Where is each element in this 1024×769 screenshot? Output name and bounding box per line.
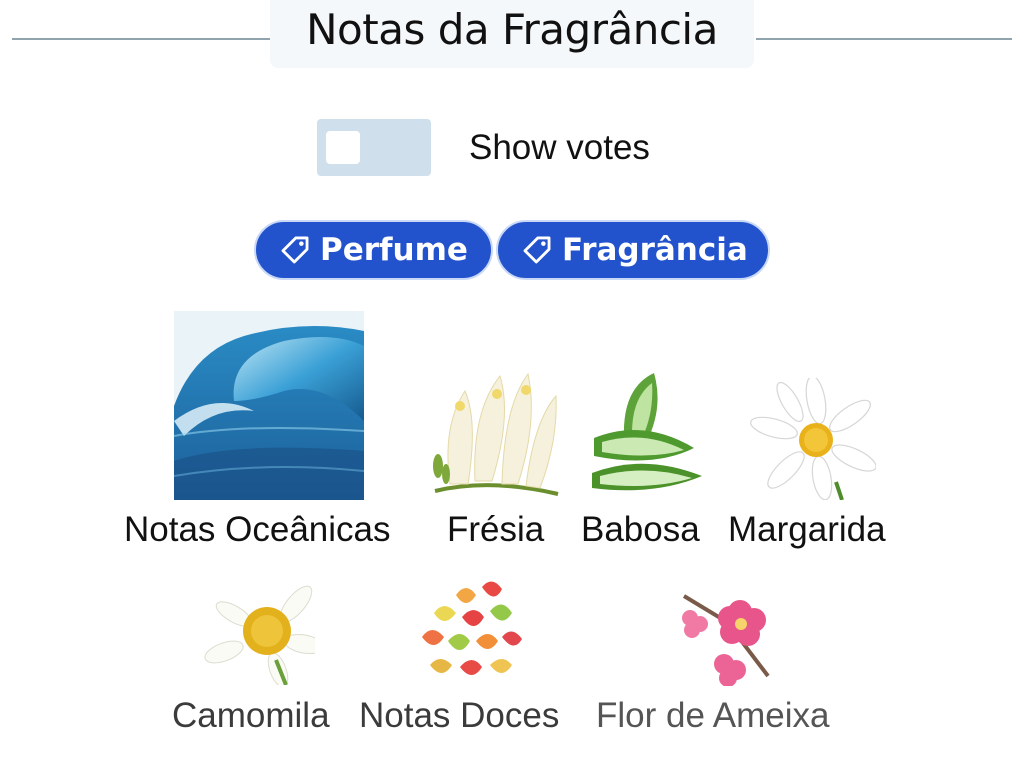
tag-label: Fragrância xyxy=(562,232,748,268)
header-divider-right xyxy=(756,38,1012,40)
note-label: Margarida xyxy=(728,510,886,549)
note-label: Frésia xyxy=(447,510,545,549)
header-divider-left xyxy=(12,38,270,40)
plum-blossom-image xyxy=(672,590,772,686)
tag-icon xyxy=(523,236,551,264)
aloe-vera-image xyxy=(584,368,712,500)
tag-label: Perfume xyxy=(320,232,468,268)
page-title: Notas da Fragrância xyxy=(306,5,718,54)
gummy-candies-image xyxy=(416,577,525,685)
tag-fragrancia[interactable]: Fragrância xyxy=(496,220,770,280)
toggle-knob xyxy=(326,131,360,164)
note-label: Flor de Ameixa xyxy=(596,696,830,735)
note-label: Camomila xyxy=(172,696,330,735)
show-votes-label: Show votes xyxy=(469,128,650,167)
daisy-flower-image xyxy=(750,378,876,500)
note-label: Babosa xyxy=(581,510,700,549)
header-title-box: Notas da Fragrância xyxy=(270,0,754,68)
note-label: Notas Oceânicas xyxy=(124,510,391,549)
tag-icon xyxy=(281,236,309,264)
note-label: Notas Doces xyxy=(359,696,560,735)
freesia-flowers-image xyxy=(430,366,563,500)
ocean-wave-image xyxy=(174,311,364,500)
tag-perfume[interactable]: Perfume xyxy=(254,220,493,280)
show-votes-toggle[interactable] xyxy=(317,119,431,176)
chamomile-flower-image xyxy=(204,574,315,685)
